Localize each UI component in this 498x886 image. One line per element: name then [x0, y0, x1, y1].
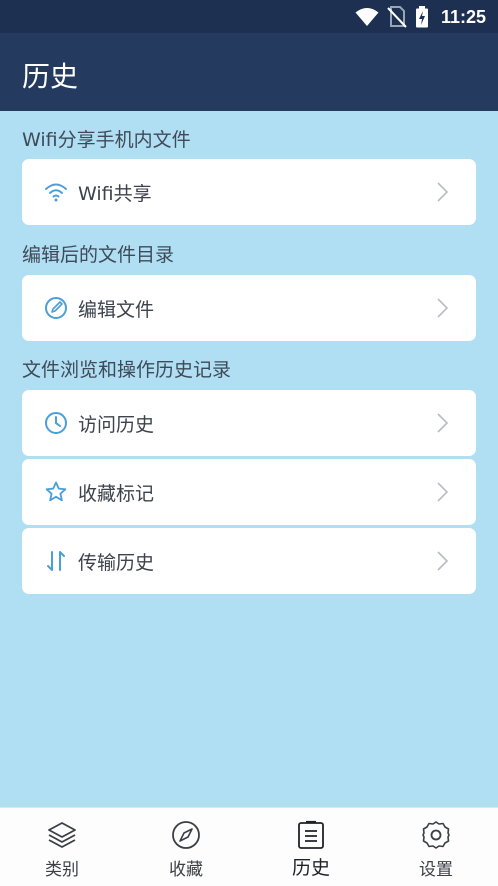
star-icon [45, 481, 67, 502]
gear-icon [422, 821, 450, 849]
chevron-right-icon [437, 482, 449, 502]
layers-icon [48, 822, 76, 848]
tab-favorites[interactable]: 收藏 [124, 808, 248, 886]
transfer-history-label: 传输历史 [78, 552, 155, 574]
status-time: 11:25 [440, 6, 486, 27]
transfer-history-item[interactable]: 传输历史 [22, 528, 476, 594]
wifi-icon [45, 183, 67, 202]
page-title: 历史 [22, 60, 79, 93]
tab-category-label: 类别 [45, 860, 79, 880]
transfer-icon [47, 551, 65, 571]
wifi-icon [355, 8, 379, 26]
compass-icon [172, 821, 200, 849]
visit-history-label: 访问历史 [78, 414, 155, 436]
no-sim-icon [387, 6, 407, 28]
tab-settings-label: 设置 [419, 860, 453, 880]
section-title-history: 文件浏览和操作历史记录 [22, 359, 232, 381]
tab-settings[interactable]: 设置 [374, 808, 498, 886]
status-bar: 11:25 [0, 0, 498, 33]
favorites-mark-label: 收藏标记 [78, 483, 155, 505]
section-title-edited: 编辑后的文件目录 [22, 244, 175, 266]
wifi-share-item[interactable]: Wifi共享 [22, 159, 476, 225]
wifi-share-label: Wifi共享 [78, 183, 152, 205]
edited-files-item[interactable]: 编辑文件 [22, 275, 476, 341]
tab-history[interactable]: 历史 [249, 808, 373, 886]
tab-favorites-label: 收藏 [169, 860, 203, 880]
clock-icon [45, 412, 67, 434]
chevron-right-icon [437, 298, 449, 318]
edit-icon [45, 297, 67, 319]
clipboard-icon [298, 820, 324, 849]
visit-history-item[interactable]: 访问历史 [22, 390, 476, 456]
tab-category[interactable]: 类别 [0, 808, 124, 886]
section-title-wifi: Wifi分享手机内文件 [22, 129, 191, 151]
tab-history-label: 历史 [291, 857, 330, 879]
battery-charging-icon [415, 6, 428, 28]
chevron-right-icon [437, 182, 449, 202]
edited-files-label: 编辑文件 [78, 299, 155, 321]
chevron-right-icon [437, 551, 449, 571]
status-icons: 11:25 [355, 5, 486, 29]
bottom-nav: 类别 收藏 历史 设置 [0, 807, 498, 886]
history-content: Wifi分享手机内文件 Wifi共享 编辑后的文件目录 编辑文件 文件浏览和操作… [0, 111, 498, 807]
app-bar: 历史 [0, 33, 498, 111]
favorites-mark-item[interactable]: 收藏标记 [22, 459, 476, 525]
chevron-right-icon [437, 413, 449, 433]
